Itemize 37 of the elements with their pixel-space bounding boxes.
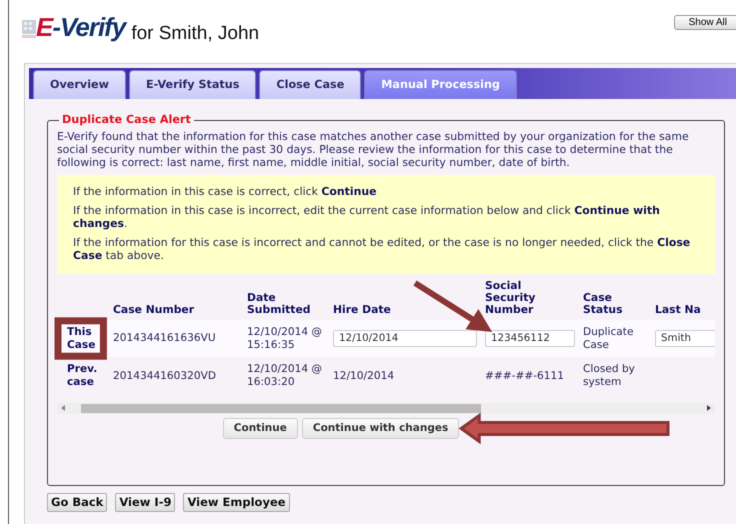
column-header: Date Submitted [247, 291, 311, 316]
column-header: Case Number [113, 302, 194, 316]
table-cell: 12/10/2014 @ 16:03:20 [247, 363, 322, 388]
table-cell: 12/10/2014 [333, 370, 394, 382]
table-cell: 2014344161636VU [113, 332, 216, 344]
tab[interactable]: Close Case [259, 70, 362, 99]
table-cell: ###-##-6111 [485, 370, 564, 382]
action-button[interactable]: Continue with changes [302, 418, 460, 440]
column-header: Last Na [655, 302, 701, 316]
alert-message: E-Verify found that the information for this case matches another case submitted by your organization for the same social security number within the past 30 days. Please review the information for this case to determine that the following is correct: last name, first name, middle initial, social security number, date of birth. [57, 130, 690, 169]
column-header: Hire Date [333, 302, 391, 316]
instruction-text: If the information for this case is incorrect and cannot be edited, or the case is no longer needed, click the Close Case tab above. [73, 236, 692, 262]
row-label: Prev. case [67, 363, 98, 388]
instruction-text: If the information in this case is correct, click Continue [73, 184, 378, 198]
table-cell: Closed by system [583, 363, 635, 388]
table-cell: Duplicate Case [583, 326, 634, 351]
row-label: This Case [67, 326, 96, 351]
column-header: Case Status [583, 291, 622, 316]
input-field[interactable]: 123456112 [485, 330, 575, 347]
input-field[interactable]: Smith [655, 330, 715, 347]
column-header: Social Security Number [485, 279, 536, 316]
table-cell: 2014344160320VD [113, 370, 216, 382]
action-button[interactable]: Continue [222, 418, 298, 440]
input-field[interactable]: 12/10/2014 [333, 330, 477, 347]
table-cell: 12/10/2014 @ 15:16:35 [247, 326, 322, 351]
logo: E-Verify [36, 14, 126, 40]
highlight-box [54, 317, 107, 360]
page-title: for Smith, John [131, 23, 260, 45]
nav-button[interactable]: Go Back [47, 493, 108, 512]
instruction-text: If the information in this case is incorrect, edit the current case information below and click Continue with changes. [73, 204, 661, 230]
building-icon [22, 20, 36, 38]
horizontal-scrollbar[interactable] [57, 402, 715, 414]
nav-button[interactable]: View Employee [183, 493, 290, 512]
nav-button[interactable]: View I-9 [115, 493, 176, 512]
tab[interactable]: E-Verify Status [128, 70, 256, 99]
show-all-button[interactable]: Show All [674, 15, 736, 30]
tab[interactable]: Overview [33, 70, 126, 99]
